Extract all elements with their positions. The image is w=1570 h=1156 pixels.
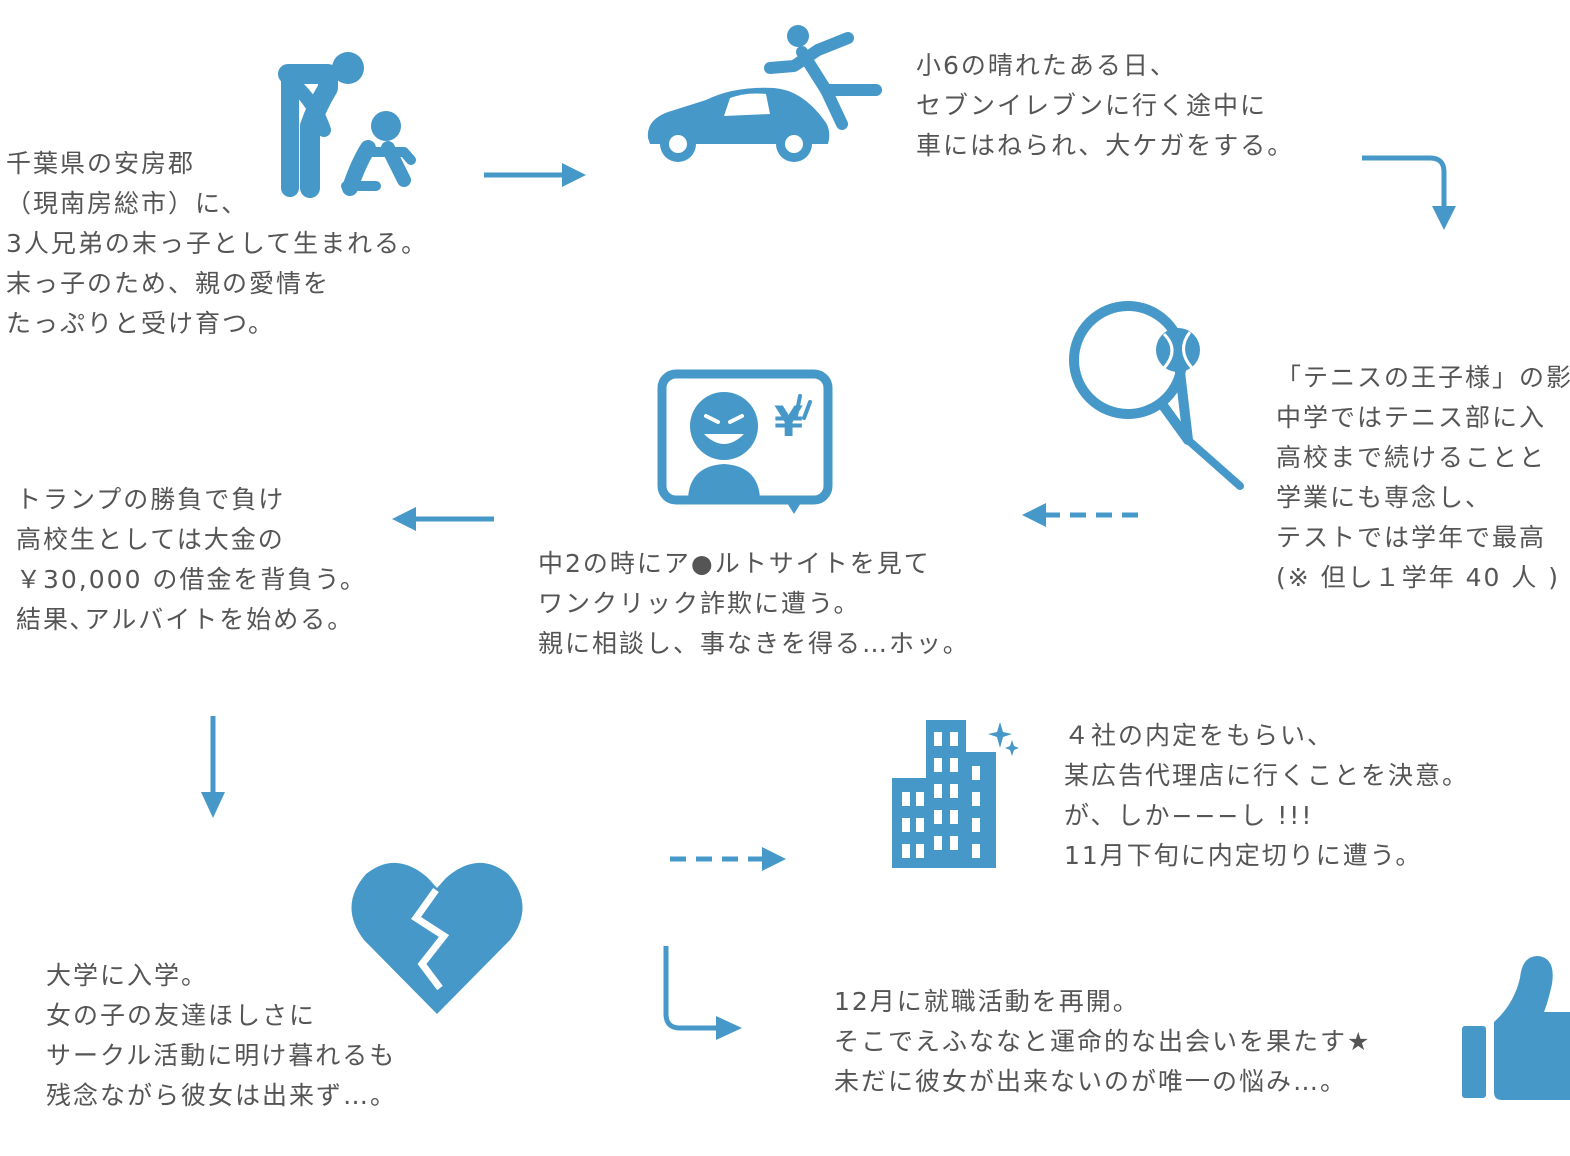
text-line: 学業にも専念し、 [1276,483,1493,512]
step-tennis-text: 「テニスの王子様」の影 中学ではテニス部に入 高校まで続けることと 学業にも専念… [1276,358,1570,598]
text-line: 大学に入学。 [46,961,209,990]
text-line: 残念ながら彼女は出来ず…。 [46,1081,398,1110]
text-line: 女の子の友達ほしさに [46,1001,317,1030]
arrow-down-1 [201,716,225,818]
text-line: 高校まで続けることと [1276,443,1547,472]
text-line: そこでえふななと運命的な出会いを果たす★ [834,1027,1372,1056]
step-resume-text: 12月に就職活動を再開。 そこでえふななと運命的な出会いを果たす★ 未だに彼女が… [834,982,1371,1102]
step-university-text: 大学に入学。 女の子の友達ほしさに サークル活動に明け暮れるも 残念ながら彼女は… [46,956,397,1116]
office-building-icon [892,720,1019,868]
text-line: 中2の時にア●ルトサイトを見て [538,549,931,578]
arrow-dashed-right-1 [670,847,786,871]
scam-monitor-icon: ¥ [657,369,833,514]
text-line: 千葉県の安房郡 [6,149,196,178]
step-scam-text: 中2の時にア●ルトサイトを見て ワンクリック詐欺に遭う。 親に相談し、事なきを得… [538,544,970,664]
text-line: 某広告代理店に行くことを決意。 [1064,761,1470,790]
text-line: たっぷりと受け育つ。 [6,309,276,338]
text-line: 未だに彼女が出来ないのが唯一の悩み…。 [834,1067,1348,1096]
text-line: 末っ子のため、親の愛情を [6,269,331,298]
text-line: トランプの勝負で負け [16,485,286,514]
text-line: ￥30,000 の借金を背負う。 [16,565,367,594]
text-line: 中学ではテニス部に入 [1276,403,1547,432]
step-job-offer-text: ４社の内定をもらい、 某広告代理店に行くことを決意。 が、しか−−−し !!! … [1064,716,1469,876]
arrow-right-1 [484,163,586,187]
text-line: サークル活動に明け暮れるも [46,1041,397,1070]
arrow-curve-right-1 [663,946,742,1040]
text-line: (※ 但し１学年 40 人 ) [1276,563,1561,592]
text-line: 結果､アルバイトを始める。 [16,605,355,634]
car-accident-icon [647,25,882,162]
arrow-curve-down-1 [1362,155,1456,230]
text-line: （現南房総市）に、 [6,189,249,218]
text-line: 「テニスの王子様」の影 [1276,363,1570,392]
text-line: ４社の内定をもらい、 [1064,721,1335,750]
text-line: 12月に就職活動を再開。 [834,987,1140,1016]
text-line: 親に相談し、事なきを得る…ホッ。 [538,629,970,658]
text-line: 3人兄弟の末っ子として生まれる。 [6,229,429,258]
arrow-left-1 [392,507,494,531]
step-accident-text: 小6の晴れたある日、 セブンイレブンに行く途中に 車にはねられ、大ケガをする。 [916,46,1294,166]
text-line: テストでは学年で最高 [1276,523,1547,552]
text-line: が、しか−−−し !!! [1064,801,1314,830]
text-line: セブンイレブンに行く途中に [916,91,1268,120]
text-line: ワンクリック詐欺に遭う。 [538,589,861,618]
text-line: 11月下旬に内定切りに遭う。 [1064,841,1423,870]
text-line: 小6の晴れたある日、 [916,51,1177,80]
text-line: 車にはねられ、大ケガをする。 [916,131,1295,160]
step-birth-text: 千葉県の安房郡 （現南房総市）に、 3人兄弟の末っ子として生まれる。 末っ子のた… [6,144,428,344]
thumbs-up-icon [1462,956,1570,1100]
tennis-racket-icon [1069,301,1244,490]
text-line: 高校生としては大金の [16,525,285,554]
arrow-dashed-left-1 [1022,503,1138,527]
step-debt-text: トランプの勝負で負け 高校生としては大金の ￥30,000 の借金を背負う。 結… [16,480,367,640]
